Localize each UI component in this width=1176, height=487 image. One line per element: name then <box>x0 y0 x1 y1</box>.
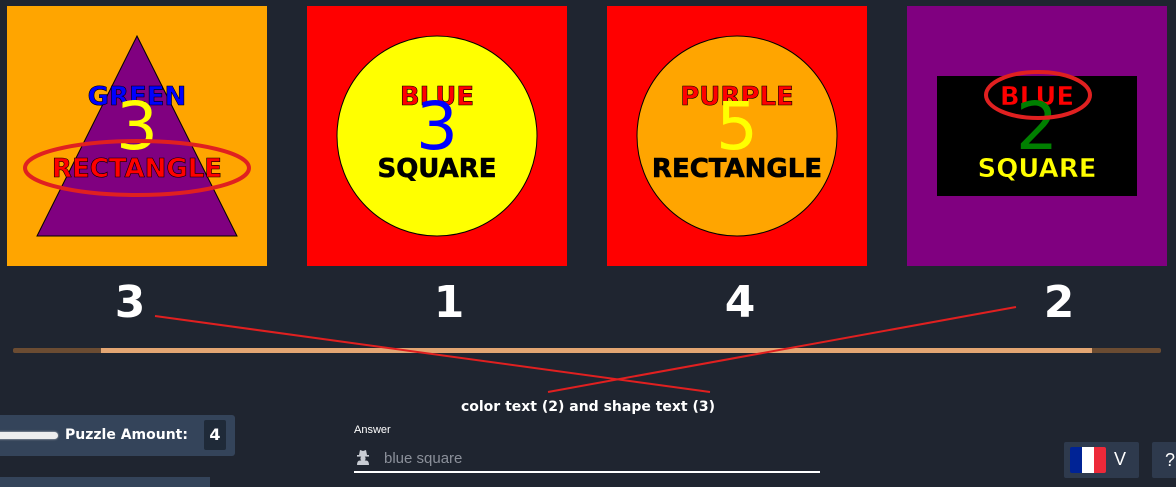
answer-input[interactable] <box>382 445 816 471</box>
puzzle-amount-slider[interactable] <box>0 432 58 439</box>
answer-field <box>354 443 820 473</box>
card-digit: 5 <box>716 88 758 165</box>
user-secret-icon <box>355 448 371 469</box>
card-digit: 3 <box>116 88 158 165</box>
card-graphic: BLUESQUARE3 <box>307 6 567 266</box>
card-number-3: 4 <box>724 277 756 328</box>
progress-bar <box>13 348 1161 353</box>
card-graphic: PURPLERECTANGLE5 <box>607 6 867 266</box>
language-button[interactable]: V <box>1064 442 1139 478</box>
puzzle-card-1[interactable]: GREEN RECTANGLE 3 <box>7 6 267 266</box>
puzzle-card-4[interactable]: BLUE SQUARE 2 <box>907 6 1167 266</box>
answer-label: Answer <box>354 424 391 436</box>
card-digit: 3 <box>416 88 458 165</box>
france-flag-icon <box>1070 447 1106 473</box>
progress-bar-fill <box>101 348 1093 353</box>
secondary-control-bar[interactable] <box>0 477 210 487</box>
puzzle-amount-label: Puzzle Amount: <box>65 427 188 443</box>
language-code: V <box>1114 449 1127 469</box>
card-graphic: GREENRECTANGLE3 <box>7 6 267 266</box>
card-number-1: 3 <box>114 277 146 328</box>
card-graphic: BLUESQUARE2 <box>907 6 1167 266</box>
puzzle-amount-control: Puzzle Amount: 4 <box>0 415 235 456</box>
help-button[interactable]: ? <box>1152 442 1176 478</box>
puzzle-card-2[interactable]: BLUE SQUARE 3 <box>307 6 567 266</box>
card-number-2: 1 <box>433 277 465 328</box>
instruction-text: color text (2) and shape text (3) <box>460 399 716 415</box>
puzzle-amount-value: 4 <box>204 420 226 450</box>
card-digit: 2 <box>1016 88 1058 165</box>
puzzle-card-3[interactable]: PURPLE RECTANGLE 5 <box>607 6 867 266</box>
card-number-4: 2 <box>1043 277 1075 328</box>
